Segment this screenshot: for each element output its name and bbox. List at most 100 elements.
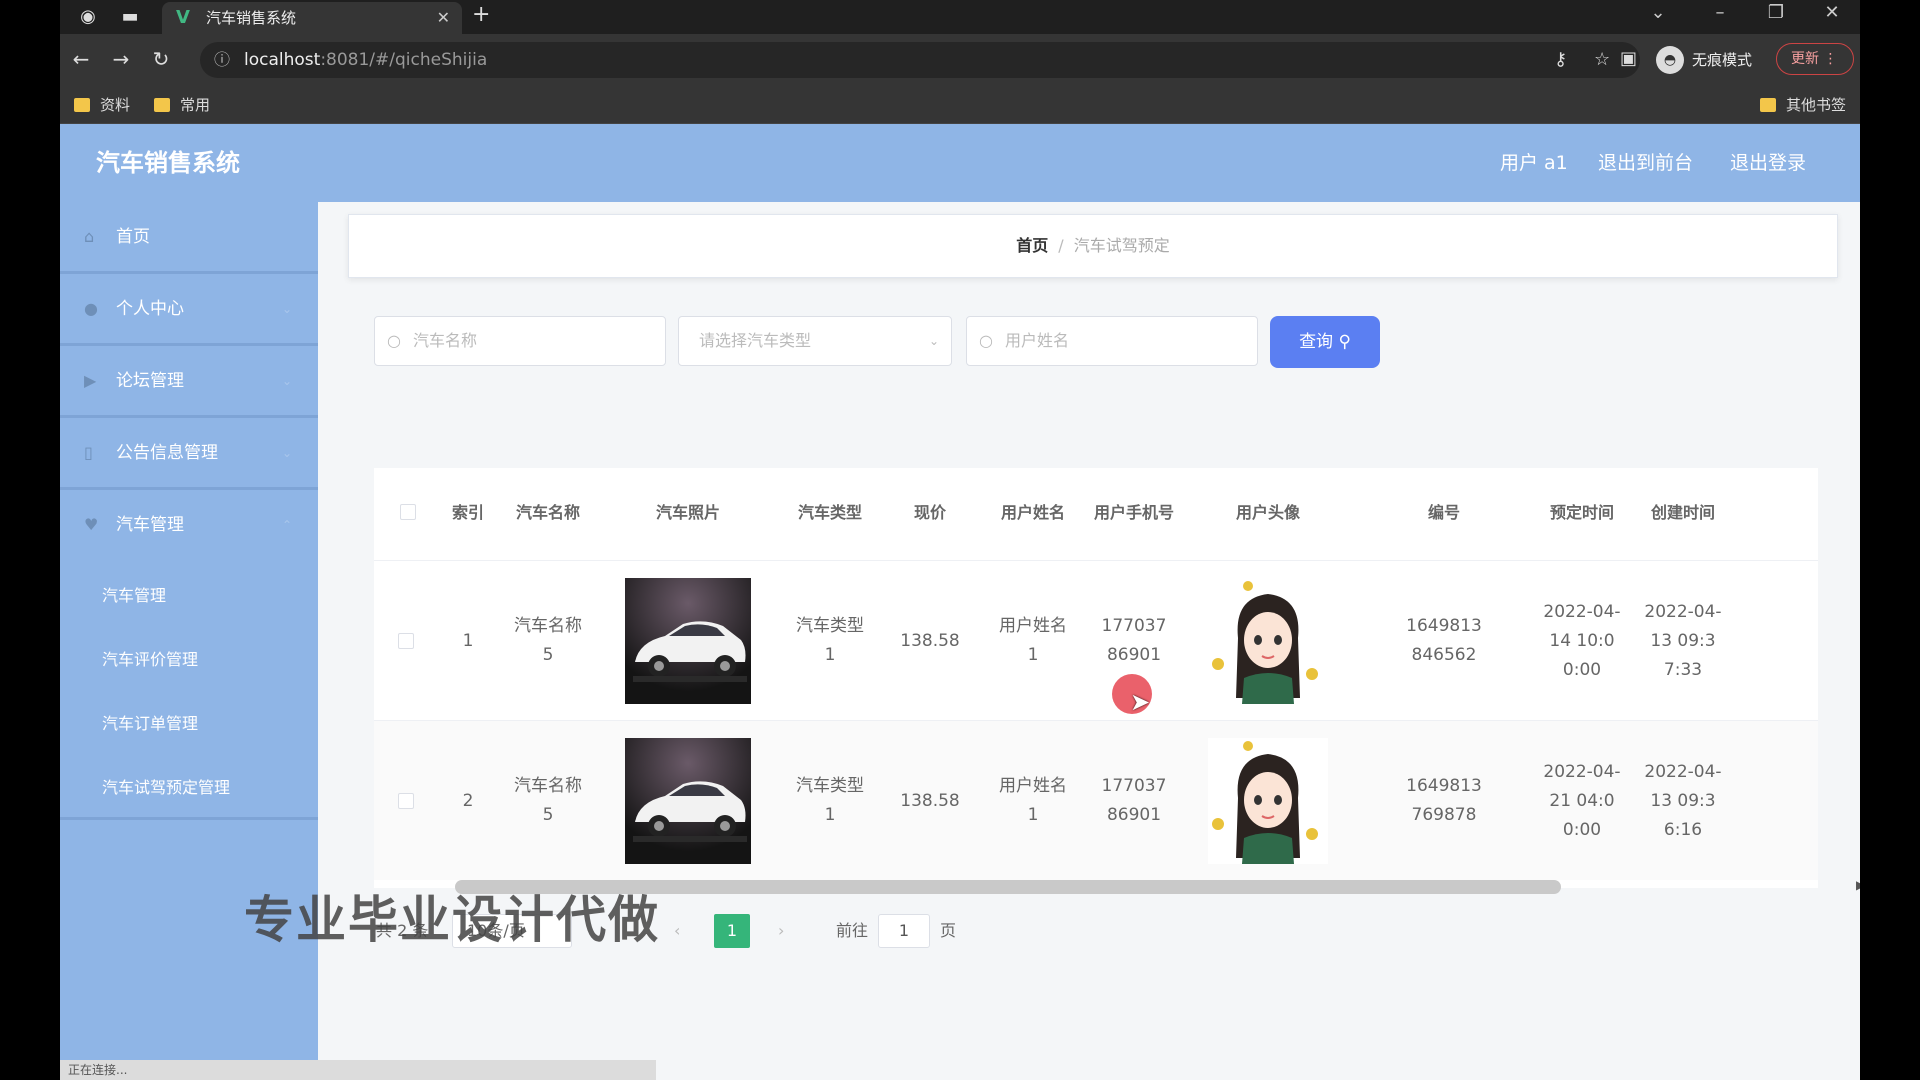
cell-number: 1649813769878: [1356, 721, 1532, 881]
page-number-current[interactable]: 1: [714, 914, 750, 948]
reload-icon[interactable]: ↻: [146, 44, 176, 74]
column-header: 编号: [1427, 503, 1460, 522]
address-bar[interactable]: ⓘ localhost:8081/#/qicheShijia ⚷ ☆: [200, 42, 1640, 78]
cell-car-type: 汽车类型1: [778, 721, 882, 881]
cell-car-name: 汽车名称5: [498, 561, 598, 721]
incognito-indicator[interactable]: ◓ 无痕模式: [1656, 42, 1752, 78]
row-checkbox[interactable]: [398, 633, 414, 649]
cell-phone-text: 17703786901: [1101, 776, 1167, 825]
column-header: 汽车类型: [797, 503, 862, 522]
browser-status-bar: 正在连接...: [60, 1060, 656, 1080]
query-label: 查询: [1299, 332, 1334, 352]
forum-icon: ▶: [84, 371, 97, 390]
incognito-icon: ◓: [1656, 46, 1684, 74]
car-photo[interactable]: [625, 738, 751, 864]
car-type-select[interactable]: 请选择汽车类型 ⌄: [678, 316, 952, 366]
reservation-table: 索引 汽车名称 汽车照片 汽车类型 现价 用户姓名 用户手机号 用户头像 编号 …: [374, 468, 1818, 888]
site-info-icon[interactable]: ⓘ: [214, 42, 230, 78]
user-name-input[interactable]: ○ 用户姓名: [966, 316, 1258, 366]
sidebar-subitem-test-drive[interactable]: 汽车试驾预定管理: [60, 756, 318, 820]
browser-toolbar: ← → ↻ ⓘ localhost:8081/#/qicheShijia ⚷ ☆…: [60, 34, 1860, 86]
breadcrumb-home[interactable]: 首页: [1016, 236, 1048, 255]
row-checkbox[interactable]: [398, 793, 414, 809]
sidebar-item-label: 公告信息管理: [116, 443, 218, 463]
cell-car-name-text: 汽车名称5: [514, 776, 582, 825]
app-title: 汽车销售系统: [96, 149, 240, 177]
forward-icon[interactable]: →: [106, 44, 136, 74]
cell-user-name: 用户姓名1: [978, 561, 1088, 721]
side-panel-icon[interactable]: ▣: [1620, 44, 1637, 74]
cell-index: 1: [462, 630, 474, 651]
user-avatar[interactable]: [1208, 738, 1328, 864]
sidebar-item-label: 个人中心: [116, 299, 184, 319]
query-button[interactable]: 查询 ⚲: [1270, 316, 1380, 368]
folder-icon: [1760, 98, 1776, 112]
back-icon[interactable]: ←: [66, 44, 96, 74]
browser-tab-active[interactable]: V 汽车销售系统 ✕: [162, 2, 462, 34]
prev-page-icon[interactable]: ‹: [674, 914, 680, 948]
url-path: :8081/#/qicheShijia: [320, 50, 488, 70]
cell-avatar: [1180, 721, 1356, 881]
search-icon: ○: [387, 331, 401, 350]
sidebar-subitem-car-manage[interactable]: 汽车管理: [60, 564, 318, 628]
cell-car-name-text: 汽车名称5: [514, 616, 582, 665]
page-unit-label: 页: [940, 921, 957, 940]
scroll-right-icon[interactable]: ▶: [1856, 878, 1860, 892]
back-to-front-link[interactable]: 退出到前台: [1598, 124, 1693, 202]
sidebar-subitem-car-order[interactable]: 汽车订单管理: [60, 692, 318, 756]
sidebar-subitem-car-review[interactable]: 汽车评价管理: [60, 628, 318, 692]
watermark-text: 专业毕业设计代做: [244, 891, 660, 949]
new-tab-icon[interactable]: +: [472, 2, 490, 27]
close-window-icon[interactable]: ✕: [1812, 2, 1852, 23]
cell-phone: 17703786901: [1088, 721, 1180, 881]
restore-icon[interactable]: ❐: [1756, 2, 1796, 23]
sidebar-item-label: 汽车管理: [116, 515, 184, 535]
bookmark-folder[interactable]: 常用: [154, 94, 210, 116]
search-icon: ⚲: [1338, 332, 1351, 352]
password-key-icon[interactable]: ⚷: [1554, 45, 1567, 75]
goto-page-input[interactable]: 1: [878, 914, 930, 948]
logout-link[interactable]: 退出登录: [1730, 124, 1806, 202]
folder-icon: [74, 98, 90, 112]
bookmark-folder[interactable]: 资料: [74, 94, 130, 116]
sidebar-item-car[interactable]: ♥ 汽车管理 ⌃: [60, 490, 318, 562]
update-button[interactable]: 更新 ⋮: [1776, 43, 1854, 75]
cell-number-text: 1649813846562: [1406, 616, 1482, 665]
table-row[interactable]: 2 汽车名称5 汽车类型1 138.58 用户姓名1 17703786901 1…: [374, 720, 1818, 880]
bookmarks-bar: 资料 常用 其他书签: [60, 86, 1860, 124]
car-name-input[interactable]: ○ 汽车名称: [374, 316, 666, 366]
incognito-label: 无痕模式: [1692, 51, 1753, 69]
sidebar-item-label: 首页: [116, 227, 150, 247]
car-photo[interactable]: [625, 578, 751, 704]
sidebar-item-forum[interactable]: ▶ 论坛管理 ⌄: [60, 346, 318, 418]
tab-title: 汽车销售系统: [206, 9, 297, 27]
chevron-down-icon: ⌄: [281, 302, 292, 316]
current-user-label: 用户 a1: [1500, 152, 1568, 174]
next-page-icon[interactable]: ›: [778, 914, 784, 948]
select-all-checkbox[interactable]: [400, 504, 416, 520]
sidebar-item-notice[interactable]: ▯ 公告信息管理 ⌄: [60, 418, 318, 490]
sidebar-item-home[interactable]: ⌂ 首页: [60, 202, 318, 274]
column-header: 汽车名称: [515, 503, 580, 522]
minimize-icon[interactable]: –: [1700, 2, 1740, 23]
cell-price: 138.58: [900, 630, 960, 651]
other-bookmarks-folder[interactable]: 其他书签: [1760, 94, 1846, 116]
car-name-placeholder: 汽车名称: [413, 331, 478, 350]
bookmark-star-icon[interactable]: ☆: [1594, 45, 1610, 75]
table-row[interactable]: 1 汽车名称5 汽车类型1 138.58 用户姓名1 17703786901 1…: [374, 560, 1818, 720]
tab-search-icon[interactable]: ▬: [116, 4, 144, 30]
car-icon: ♥: [84, 515, 99, 534]
browser-menu-icon[interactable]: ◉: [74, 4, 102, 30]
cell-user-name-text: 用户姓名1: [999, 616, 1067, 665]
cell-create-time-text: 2022-04-13 09:37:33: [1644, 601, 1722, 680]
tab-list-icon[interactable]: ⌄: [1638, 2, 1678, 23]
chevron-down-icon: ⌄: [281, 374, 292, 388]
tab-close-icon[interactable]: ✕: [437, 2, 450, 34]
user-avatar[interactable]: [1208, 578, 1328, 704]
browser-tab-strip: ◉ ▬ V 汽车销售系统 ✕ + ⌄ – ❐ ✕: [60, 0, 1860, 34]
sidebar-item-profile[interactable]: ● 个人中心 ⌄: [60, 274, 318, 346]
breadcrumb-current: 汽车试驾预定: [1073, 236, 1170, 255]
user-icon: ●: [84, 299, 98, 318]
sidebar-item-label: 论坛管理: [116, 371, 184, 391]
chevron-down-icon: ⌄: [928, 334, 939, 348]
